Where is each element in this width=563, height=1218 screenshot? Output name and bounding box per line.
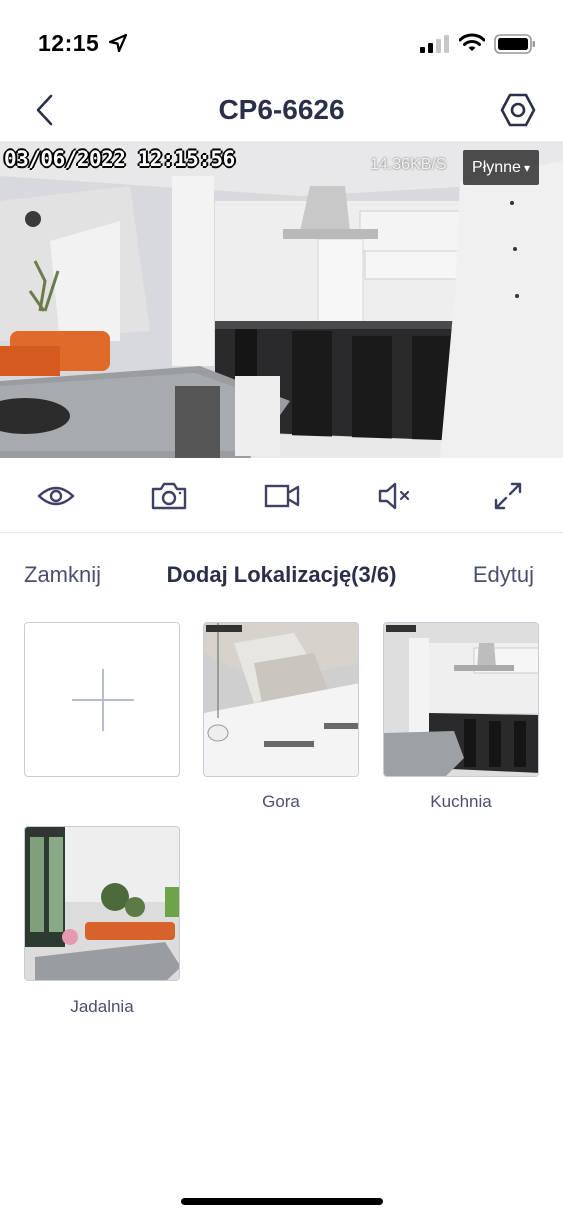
quality-label: Płynne	[472, 158, 521, 176]
settings-button[interactable]	[498, 90, 538, 130]
fullscreen-icon	[494, 482, 522, 510]
video-record-icon	[264, 484, 300, 508]
add-location-button[interactable]	[24, 622, 180, 777]
location-preview-image	[25, 827, 179, 980]
location-preview-image	[204, 623, 358, 776]
bitrate-readout: 14.36KB/S	[370, 156, 447, 173]
page-title: CP6-6626	[218, 94, 345, 125]
view-button[interactable]	[34, 474, 78, 518]
location-preview-image	[384, 623, 538, 776]
cellular-signal-icon	[420, 35, 449, 53]
record-button[interactable]	[260, 474, 304, 518]
location-arrow-icon	[108, 33, 128, 53]
fullscreen-button[interactable]	[486, 474, 530, 518]
location-thumbnail-kuchnia[interactable]	[383, 622, 539, 777]
location-thumbnail-gora[interactable]	[203, 622, 359, 777]
location-label: Jadalnia	[70, 997, 134, 1016]
caret-down-icon: ▾	[523, 160, 530, 175]
home-indicator[interactable]	[181, 1198, 383, 1205]
wifi-icon	[459, 33, 485, 51]
status-bar: 12:15	[0, 0, 563, 88]
eye-icon	[37, 486, 75, 506]
snapshot-button[interactable]	[147, 474, 191, 518]
location-label: Gora	[262, 792, 300, 811]
battery-icon	[494, 34, 535, 54]
edit-button[interactable]: Edytuj	[473, 562, 534, 588]
hexagon-settings-icon	[500, 93, 536, 127]
speaker-muted-icon	[378, 482, 410, 510]
mute-button[interactable]	[373, 474, 417, 518]
video-timestamp: 03/06/2022 12:15:56	[4, 147, 235, 171]
status-time: 12:15	[38, 30, 100, 56]
video-toolbar	[0, 458, 563, 533]
camera-icon	[151, 482, 187, 510]
plus-icon-vertical	[102, 669, 104, 731]
location-label: Kuchnia	[430, 792, 492, 811]
nav-bar: CP6-6626	[0, 88, 563, 140]
camera-scene-image	[0, 141, 563, 458]
location-thumbnail-jadalnia[interactable]	[24, 826, 180, 981]
quality-selector[interactable]: Płynne ▾	[463, 150, 539, 185]
locations-header: Zamknij Dodaj Lokalizację(3/6) Edytuj	[0, 556, 563, 596]
live-video-feed[interactable]: 03/06/2022 12:15:56 14.36KB/S Płynne ▾	[0, 141, 563, 458]
